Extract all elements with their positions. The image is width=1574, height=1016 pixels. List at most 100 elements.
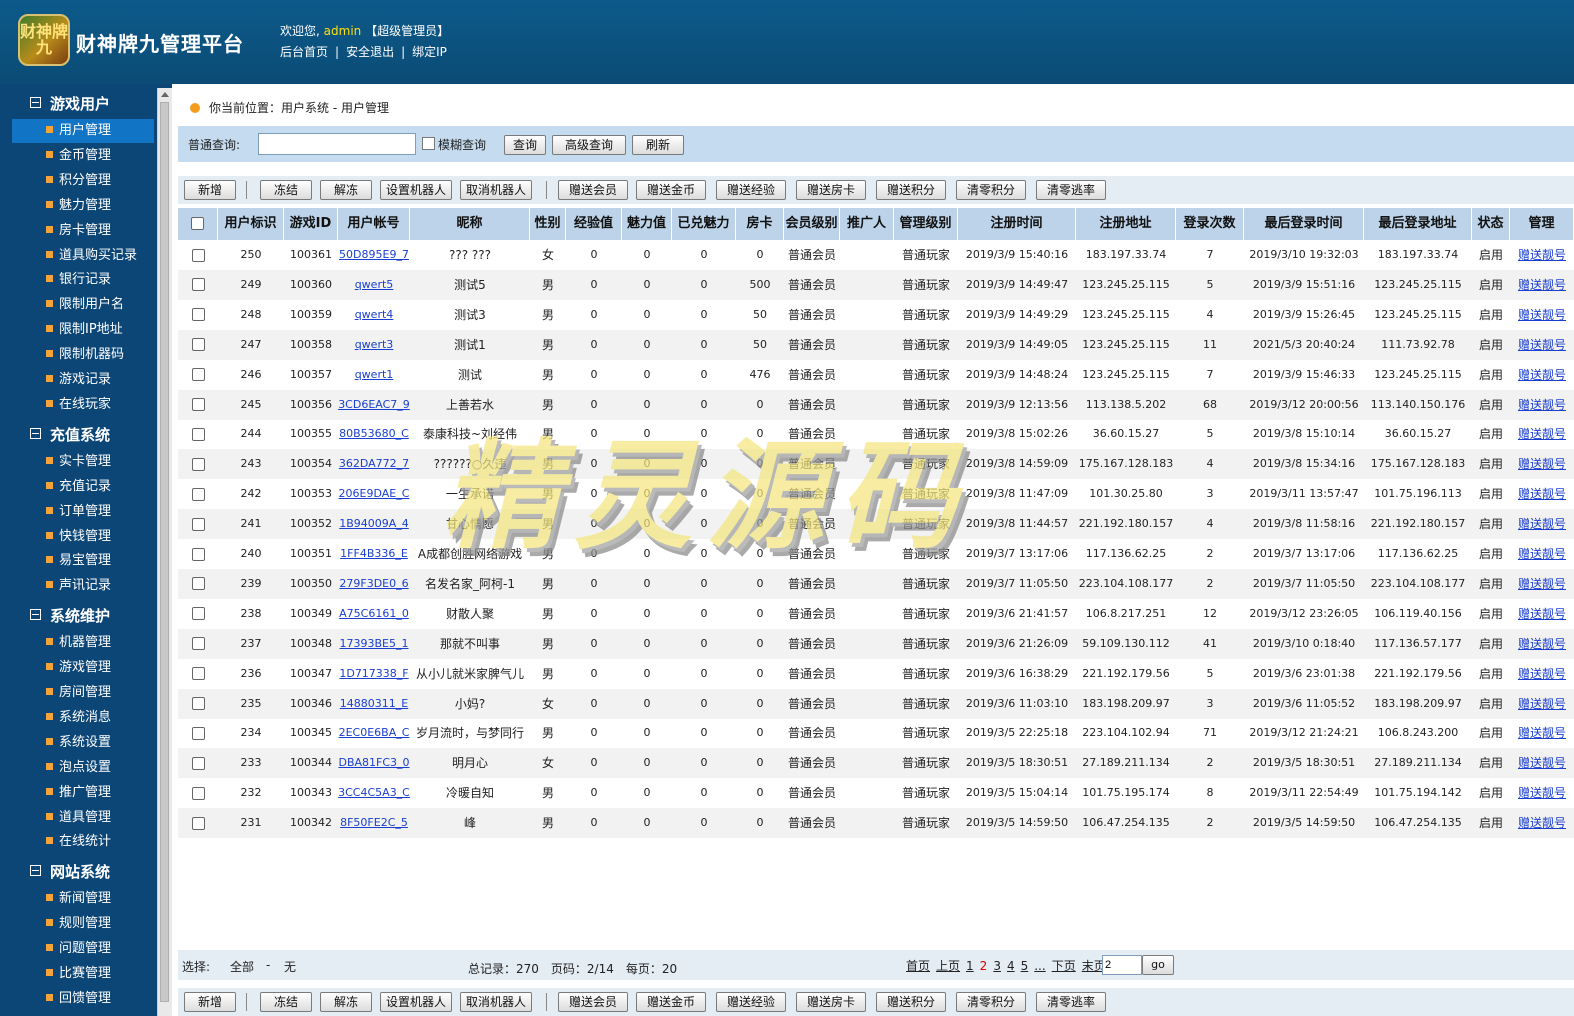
select-all-link[interactable]: 全部 (230, 958, 254, 975)
account-link[interactable]: 362DA772_7 (339, 457, 409, 470)
account-link[interactable]: qwert4 (355, 308, 394, 321)
action-button-11[interactable]: 清零逃率 (1036, 992, 1106, 1012)
gift-number-link[interactable]: 赠送靓号 (1518, 338, 1566, 352)
account-link[interactable]: 14880311_E (340, 697, 408, 710)
select-all-checkbox[interactable] (191, 217, 204, 230)
action-button-0[interactable]: 新增 (184, 180, 236, 200)
search-input[interactable] (258, 133, 416, 155)
gift-number-link[interactable]: 赠送靓号 (1518, 726, 1566, 740)
sidebar-item[interactable]: 易宝管理 (12, 549, 154, 573)
sidebar-item[interactable]: 房卡管理 (12, 219, 154, 243)
row-checkbox[interactable] (191, 308, 205, 322)
account-link[interactable]: qwert3 (355, 338, 394, 351)
row-checkbox[interactable] (191, 726, 205, 740)
sidebar-item[interactable]: 积分管理 (12, 169, 154, 193)
refresh-button[interactable]: 刷新 (632, 135, 684, 155)
row-checkbox[interactable] (191, 756, 205, 770)
account-link[interactable]: 50D895E9_7 (339, 248, 409, 261)
row-checkbox[interactable] (191, 607, 205, 621)
action-button-5[interactable]: 赠送会员 (558, 180, 628, 200)
row-checkbox[interactable] (191, 547, 205, 561)
action-button-4[interactable]: 取消机器人 (460, 992, 532, 1012)
sidebar-item[interactable]: 在线玩家 (12, 393, 154, 417)
action-button-7[interactable]: 赠送经验 (716, 992, 786, 1012)
sidebar-group-2[interactable]: 系统维护 (30, 604, 110, 628)
gift-number-link[interactable]: 赠送靓号 (1518, 547, 1566, 561)
row-checkbox[interactable] (191, 487, 205, 501)
account-link[interactable]: 8F50FE2C_5 (340, 816, 408, 829)
action-button-10[interactable]: 清零积分 (956, 992, 1026, 1012)
search-button[interactable]: 查询 (504, 135, 546, 155)
sidebar-item[interactable]: 金币管理 (12, 144, 154, 168)
select-all-header[interactable] (178, 208, 218, 240)
action-button-8[interactable]: 赠送房卡 (796, 992, 866, 1012)
sidebar-group-3[interactable]: 网站系统 (30, 860, 110, 884)
sidebar-item[interactable]: 魅力管理 (12, 194, 154, 218)
gift-number-link[interactable]: 赠送靓号 (1518, 278, 1566, 292)
sidebar-item[interactable]: 系统消息 (12, 706, 154, 730)
sidebar-item[interactable]: 实卡管理 (12, 450, 154, 474)
go-button[interactable]: go (1142, 955, 1174, 975)
page-input[interactable] (1102, 955, 1142, 975)
gift-number-link[interactable]: 赠送靓号 (1518, 517, 1566, 531)
fuzzy-checkbox[interactable] (422, 137, 435, 150)
pager-link[interactable]: 3 (993, 959, 1001, 973)
gift-number-link[interactable]: 赠送靓号 (1518, 487, 1566, 501)
sidebar-item[interactable]: 快钱管理 (12, 525, 154, 549)
gift-number-link[interactable]: 赠送靓号 (1518, 427, 1566, 441)
sidebar-item[interactable]: 回馈管理 (12, 987, 154, 1011)
row-checkbox[interactable] (191, 398, 205, 411)
gift-number-link[interactable]: 赠送靓号 (1518, 637, 1566, 651)
gift-number-link[interactable]: 赠送靓号 (1518, 577, 1566, 591)
account-link[interactable]: A75C6161_0 (339, 607, 409, 620)
pager-link[interactable]: 1 (966, 959, 974, 973)
row-checkbox[interactable] (191, 248, 205, 262)
account-link[interactable]: qwert1 (355, 368, 394, 381)
pager-link[interactable]: 下页 (1052, 959, 1076, 973)
account-link[interactable]: 206E9DAE_C (339, 487, 410, 500)
collapse-icon[interactable] (30, 609, 41, 621)
gift-number-link[interactable]: 赠送靓号 (1518, 248, 1566, 262)
action-button-4[interactable]: 取消机器人 (460, 180, 532, 200)
row-checkbox[interactable] (191, 368, 205, 382)
gift-number-link[interactable]: 赠送靓号 (1518, 697, 1566, 711)
sidebar-item[interactable]: 用户管理 (12, 119, 154, 143)
sidebar-item[interactable]: 限制用户名 (12, 293, 154, 317)
collapse-icon[interactable] (30, 865, 41, 877)
action-button-7[interactable]: 赠送经验 (716, 180, 786, 200)
pager-link[interactable]: ... (1034, 959, 1045, 973)
pager-link[interactable]: 2 (980, 959, 988, 973)
row-checkbox[interactable] (191, 517, 205, 531)
row-checkbox[interactable] (191, 697, 205, 710)
sidebar-group-1[interactable]: 充值系统 (30, 423, 110, 447)
sidebar-item[interactable]: 比赛管理 (12, 962, 154, 986)
row-checkbox[interactable] (191, 816, 205, 830)
account-link[interactable]: 1B94009A_4 (339, 517, 409, 530)
sidebar-item[interactable]: 推广管理 (12, 781, 154, 805)
gift-number-link[interactable]: 赠送靓号 (1518, 756, 1566, 770)
sidebar-item[interactable]: 道具管理 (12, 806, 154, 830)
sidebar-item[interactable]: 限制IP地址 (12, 318, 154, 342)
sidebar-item[interactable]: 银行记录 (12, 268, 154, 292)
gift-number-link[interactable]: 赠送靓号 (1518, 816, 1566, 830)
account-link[interactable]: 1FF4B336_E (340, 547, 408, 560)
account-link[interactable]: 3CD6EAC7_9 (338, 398, 410, 411)
gift-number-link[interactable]: 赠送靓号 (1518, 457, 1566, 471)
sidebar-item[interactable]: 系统设置 (12, 731, 154, 755)
action-button-11[interactable]: 清零逃率 (1036, 180, 1106, 200)
row-checkbox[interactable] (191, 278, 205, 292)
action-button-2[interactable]: 解冻 (320, 180, 372, 200)
action-button-2[interactable]: 解冻 (320, 992, 372, 1012)
sidebar-item[interactable]: 问题管理 (12, 937, 154, 961)
account-link[interactable]: 80B53680_C (339, 427, 409, 440)
logout-link[interactable]: 安全退出 (346, 45, 394, 59)
account-link[interactable]: 3CC4C5A3_C (338, 786, 410, 799)
gift-number-link[interactable]: 赠送靓号 (1518, 667, 1566, 681)
action-button-3[interactable]: 设置机器人 (380, 992, 452, 1012)
collapse-icon[interactable] (30, 97, 41, 108)
action-button-1[interactable]: 冻结 (260, 992, 312, 1012)
row-checkbox[interactable] (191, 637, 205, 651)
action-button-3[interactable]: 设置机器人 (380, 180, 452, 200)
action-button-10[interactable]: 清零积分 (956, 180, 1026, 200)
action-button-9[interactable]: 赠送积分 (876, 180, 946, 200)
